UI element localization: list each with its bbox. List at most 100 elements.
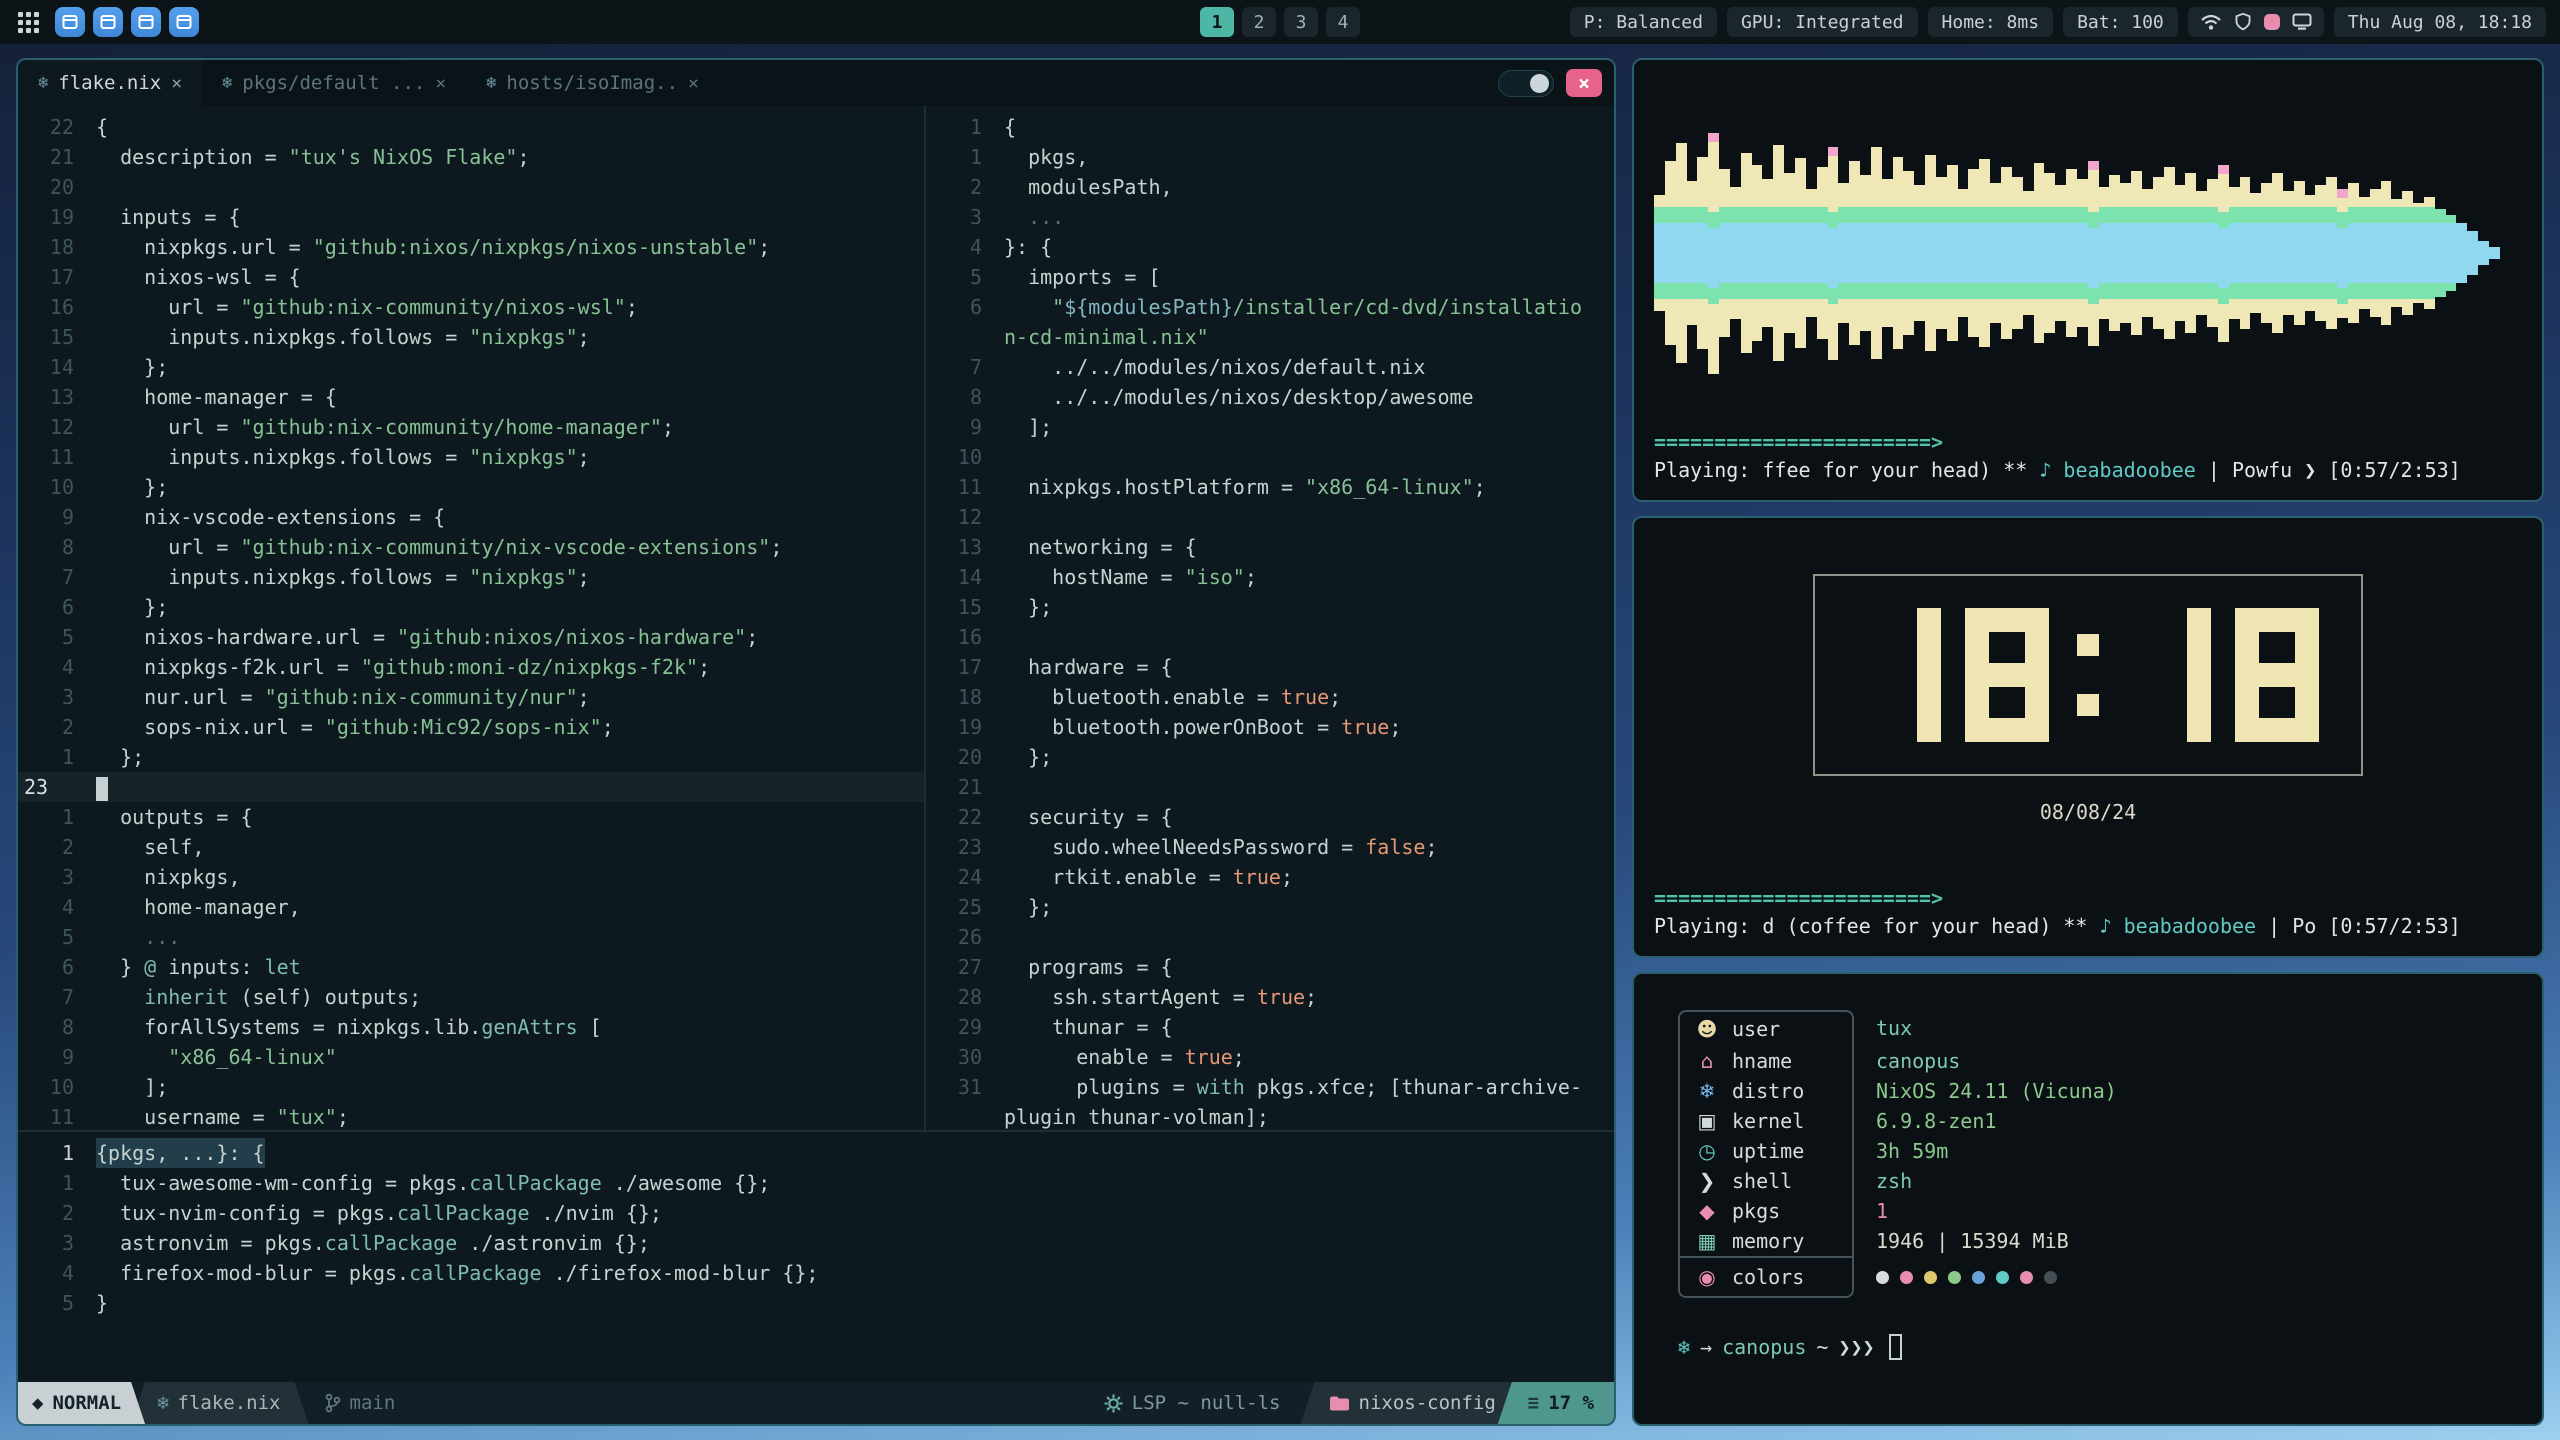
window-close-button[interactable]: × xyxy=(1566,69,1602,97)
tab-close-icon[interactable]: × xyxy=(171,73,182,94)
code-line: 23 sudo.wheelNeedsPassword = false; xyxy=(926,832,1614,862)
terminal-cursor xyxy=(1889,1334,1902,1360)
code-line: 23 xyxy=(18,772,924,802)
workspace-tag-icon[interactable] xyxy=(55,7,85,37)
code-line: 1 outputs = { xyxy=(18,802,924,832)
app-launcher-icon[interactable] xyxy=(14,8,43,37)
code-line: 3 nixpkgs, xyxy=(18,862,924,892)
statusline-git-branch: main xyxy=(309,1382,416,1424)
status-segment: Bat: 100 xyxy=(2063,7,2178,37)
code-line: 12 xyxy=(926,502,1614,532)
user-value: tux xyxy=(1876,1016,1912,1040)
code-line: 25 }; xyxy=(926,892,1614,922)
vim-mode-icon: ◆ xyxy=(32,1392,43,1414)
tab-hosts-isoImag-[interactable]: ❄ hosts/isoImag.. × xyxy=(466,60,719,106)
toggle-knob xyxy=(1530,74,1549,93)
code-line: 15 }; xyxy=(926,592,1614,622)
code-line: 30 enable = true; xyxy=(926,1042,1614,1072)
workspace-3[interactable]: 3 xyxy=(1284,7,1318,37)
editor-window[interactable]: ❄flake.nix×❄pkgs/default ...× ❄ hosts/isoI… xyxy=(16,58,1616,1426)
tty-clock: 08/08/24 xyxy=(1654,534,2522,824)
pkgs-value: 1 xyxy=(1876,1199,1888,1223)
tab-close-icon[interactable]: × xyxy=(435,73,446,94)
workspace-2[interactable]: 2 xyxy=(1242,7,1276,37)
nix-file-icon: ❄ xyxy=(486,73,496,93)
code-line: 10 xyxy=(926,442,1614,472)
status-segment: P: Balanced xyxy=(1570,7,1717,37)
tab-label: hosts/isoImag.. xyxy=(506,72,678,94)
system-tray xyxy=(2188,7,2324,37)
code-line: 20 xyxy=(18,172,924,202)
git-branch-icon xyxy=(325,1393,341,1413)
prompt-chevrons: ❯❯❯ xyxy=(1838,1335,1874,1359)
fetch-row-pkgs: ◆pkgs1 xyxy=(1678,1196,2542,1226)
clock-colon xyxy=(2073,608,2103,742)
code-line: 21 xyxy=(926,772,1614,802)
fetch-window[interactable]: ☻usertux⌂hnamecanopus❄distroNixOS 24.11 … xyxy=(1632,972,2544,1426)
taglist xyxy=(55,7,199,37)
separator-line: =======================> xyxy=(1654,430,2522,454)
code-line: 5} xyxy=(18,1288,1614,1318)
clock-digit-1 xyxy=(2127,608,2211,742)
toggle-switch[interactable] xyxy=(1498,70,1554,97)
workspace-1[interactable]: 1 xyxy=(1200,7,1234,37)
code-line: 8 url = "github:nix-community/nix-vscode… xyxy=(18,532,924,562)
code-line: 18 bluetooth.enable = true; xyxy=(926,682,1614,712)
clock-digit-8 xyxy=(1965,608,2049,742)
fetch-row-hname: ⌂hnamecanopus xyxy=(1678,1046,2542,1076)
code-line: 9 ]; xyxy=(926,412,1614,442)
folder-icon xyxy=(1329,1395,1350,1412)
code-line: 4 home-manager, xyxy=(18,892,924,922)
pane-pkgs-default[interactable]: 1{pkgs, ...}: {1 tux-awesome-wm-config =… xyxy=(18,1132,1614,1382)
code-line: 19 inputs = { xyxy=(18,202,924,232)
code-line: 2 tux-nvim-config = pkgs.callPackage ./n… xyxy=(18,1198,1614,1228)
code-line: 10 }; xyxy=(18,472,924,502)
code-line: 7 inputs.nixpkgs.follows = "nixpkgs"; xyxy=(18,562,924,592)
code-line: 3 nur.url = "github:nix-community/nur"; xyxy=(18,682,924,712)
status-segment: Home: 8ms xyxy=(1928,7,2054,37)
clock-display: Thu Aug 08, 18:18 xyxy=(2334,7,2546,37)
workspace-tag-icon[interactable] xyxy=(169,7,199,37)
code-line: 16 xyxy=(926,622,1614,652)
code-line: 2 modulesPath, xyxy=(926,172,1614,202)
pane-flake-nix[interactable]: 22{21 description = "tux's NixOS Flake";… xyxy=(18,106,924,1130)
shell-icon: ❯ xyxy=(1696,1169,1718,1193)
code-line: 9 "x86_64-linux" xyxy=(18,1042,924,1072)
palette-icon: ◉ xyxy=(1696,1265,1718,1289)
workspace-switcher: 1234 xyxy=(1200,7,1360,37)
code-line: 11 inputs.nixpkgs.follows = "nixpkgs"; xyxy=(18,442,924,472)
pane-iso-image[interactable]: 1{1 pkgs,2 modulesPath,3 ...4}: {5 impor… xyxy=(926,106,1614,1130)
code-line: 10 ]; xyxy=(18,1072,924,1102)
clock-window[interactable]: 08/08/24 =======================> Playin… xyxy=(1632,516,2544,958)
tab-pkgs-default-[interactable]: ❄pkgs/default ...× xyxy=(202,60,466,106)
workspace-4[interactable]: 4 xyxy=(1326,7,1360,37)
code-line: 16 url = "github:nix-community/nixos-wsl… xyxy=(18,292,924,322)
code-line: 5 nixos-hardware.url = "github:nixos/nix… xyxy=(18,622,924,652)
code-line: 2 self, xyxy=(18,832,924,862)
uptime-value: 3h 59m xyxy=(1876,1139,1948,1163)
lsp-status: LSP ~ null-ls xyxy=(1132,1392,1281,1414)
fetch-row-shell: ❯shellzsh xyxy=(1678,1166,2542,1196)
clock-date: 08/08/24 xyxy=(2040,800,2136,824)
display-icon xyxy=(2292,13,2312,31)
visualizer-window[interactable]: =======================> Playing: ffee f… xyxy=(1632,58,2544,502)
audio-visualizer xyxy=(1654,76,2522,430)
music-note-icon: ♪ xyxy=(2100,914,2112,938)
tab-close-icon[interactable]: × xyxy=(688,73,699,94)
shell-prompt[interactable]: ❄ → canopus ~ ❯❯❯ xyxy=(1678,1334,2542,1360)
kernel-value: 6.9.8-zen1 xyxy=(1876,1109,1996,1133)
code-line: 6 "${modulesPath}/installer/cd-dvd/insta… xyxy=(926,292,1614,322)
code-line: 29 thunar = { xyxy=(926,1012,1614,1042)
tab-flake-nix[interactable]: ❄flake.nix× xyxy=(18,60,202,106)
os-icon: ❄ xyxy=(1678,1335,1690,1359)
code-line: 22 security = { xyxy=(926,802,1614,832)
branch-name: main xyxy=(350,1392,396,1414)
playing-text: Playing: ffee for your head) ** xyxy=(1654,458,2039,482)
topbar-status: P: BalancedGPU: IntegratedHome: 8msBat: … xyxy=(1570,7,2546,37)
clock-digit-8 xyxy=(2235,608,2319,742)
clock-digit-1 xyxy=(1857,608,1941,742)
code-line: plugin thunar-volman]; xyxy=(926,1102,1614,1130)
right-column: =======================> Playing: ffee f… xyxy=(1632,58,2544,1426)
workspace-tag-icon[interactable] xyxy=(131,7,161,37)
workspace-tag-icon[interactable] xyxy=(93,7,123,37)
